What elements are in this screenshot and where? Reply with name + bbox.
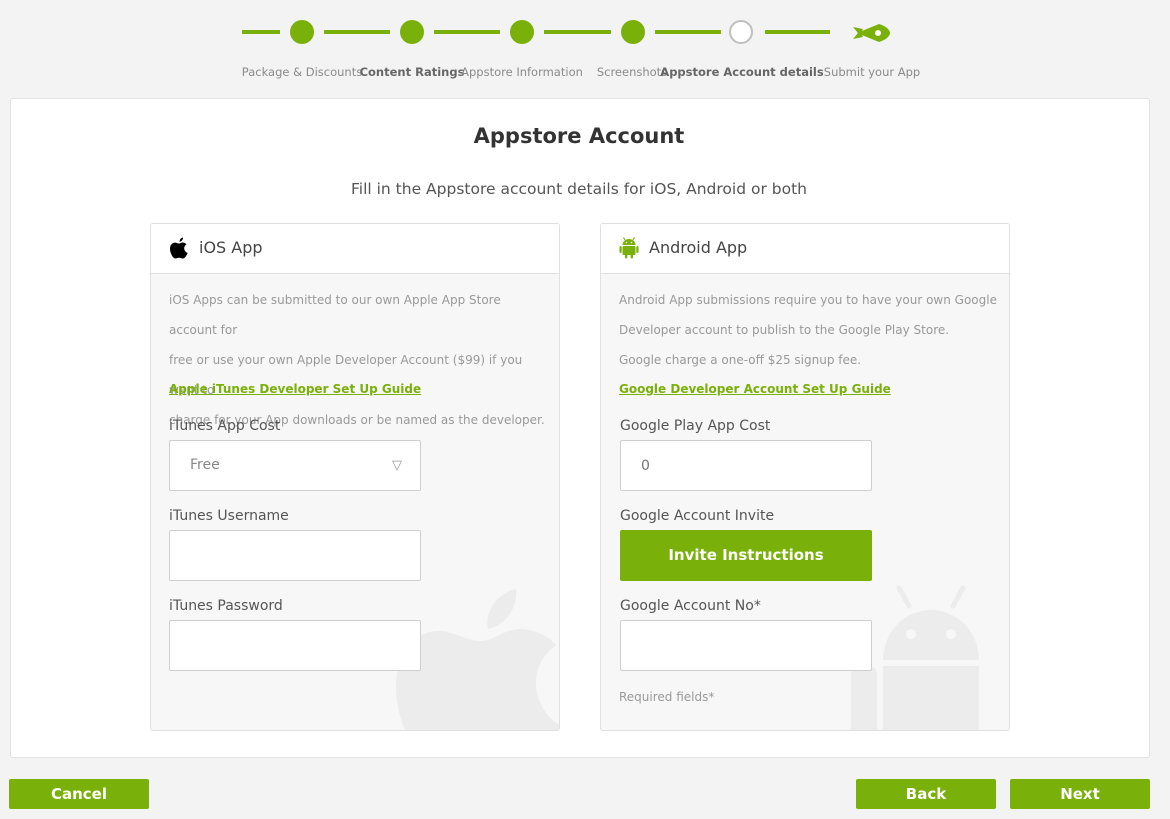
step-5-label[interactable]: Appstore Account details: [660, 65, 823, 79]
android-description-line: Developer account to publish to the Goog…: [619, 323, 950, 337]
step-2-label[interactable]: Content Ratings: [360, 65, 465, 79]
dropdown-caret-icon: ▽: [392, 458, 402, 473]
android-icon: [619, 237, 639, 259]
next-button[interactable]: Next: [1010, 779, 1150, 809]
itunes-password-input[interactable]: [169, 620, 421, 671]
step-connector: [544, 30, 611, 34]
ios-panel: iOS App iOS Apps can be submitted to our…: [150, 223, 560, 731]
progress-stepper: Package & Discounts Content Ratings Apps…: [0, 0, 1170, 95]
step-connector: [324, 30, 390, 34]
itunes-cost-label: iTunes App Cost: [169, 418, 281, 434]
step-connector: [655, 30, 721, 34]
android-panel-title: Android App: [649, 238, 748, 257]
step-connector: [242, 30, 280, 34]
step-1-label[interactable]: Package & Discounts: [242, 65, 362, 79]
google-guide-link[interactable]: Google Developer Account Set Up Guide: [619, 382, 891, 396]
cancel-button[interactable]: Cancel: [9, 779, 149, 809]
google-invite-label: Google Account Invite: [620, 508, 775, 524]
google-play-cost-input[interactable]: [620, 440, 872, 491]
page-subtitle: Fill in the Appstore account details for…: [350, 180, 807, 198]
android-panel-header: Android App: [601, 224, 1009, 274]
itunes-password-label: iTunes Password: [169, 598, 283, 614]
step-3-dot[interactable]: [510, 20, 534, 44]
page-title: Appstore Account: [473, 124, 685, 148]
itunes-cost-select[interactable]: Free ▽: [169, 440, 421, 491]
itunes-username-label: iTunes Username: [169, 508, 289, 524]
ios-panel-title: iOS App: [199, 238, 263, 257]
ios-description-line: iOS Apps can be submitted to our own App…: [169, 293, 501, 337]
android-description-line: Android App submissions require you to h…: [619, 293, 997, 307]
step-1-dot[interactable]: [290, 20, 314, 44]
step-connector: [434, 30, 500, 34]
invite-instructions-button[interactable]: Invite Instructions: [620, 530, 872, 581]
step-6-label[interactable]: Submit your App: [824, 65, 920, 79]
step-4-dot[interactable]: [621, 20, 645, 44]
android-description-line: Google charge a one-off $25 signup fee.: [619, 353, 862, 367]
google-play-cost-label: Google Play App Cost: [620, 418, 771, 434]
android-panel: Android App Android App submissions requ…: [600, 223, 1010, 731]
apple-guide-link[interactable]: Apple iTunes Developer Set Up Guide: [169, 382, 421, 396]
rocket-icon[interactable]: [849, 20, 891, 46]
android-watermark-icon: [851, 585, 979, 730]
step-4-label[interactable]: Screenshots: [597, 65, 667, 79]
ios-description: iOS Apps can be submitted to our own App…: [169, 285, 549, 435]
ios-panel-header: iOS App: [151, 224, 559, 274]
back-button[interactable]: Back: [856, 779, 996, 809]
step-connector: [765, 30, 830, 34]
step-3-label[interactable]: Appstore Information: [461, 65, 583, 79]
ios-description-line: free or use your own Apple Developer Acc…: [169, 353, 523, 397]
google-account-label: Google Account No*: [620, 598, 761, 614]
step-2-dot[interactable]: [400, 20, 424, 44]
required-fields-note: Required fields*: [619, 690, 715, 704]
step-5-dot-current[interactable]: [729, 20, 753, 44]
itunes-cost-value: Free: [190, 457, 220, 473]
apple-icon: [170, 237, 188, 259]
google-account-input[interactable]: [620, 620, 872, 671]
android-description: Android App submissions require you to h…: [619, 285, 999, 375]
itunes-username-input[interactable]: [169, 530, 421, 581]
